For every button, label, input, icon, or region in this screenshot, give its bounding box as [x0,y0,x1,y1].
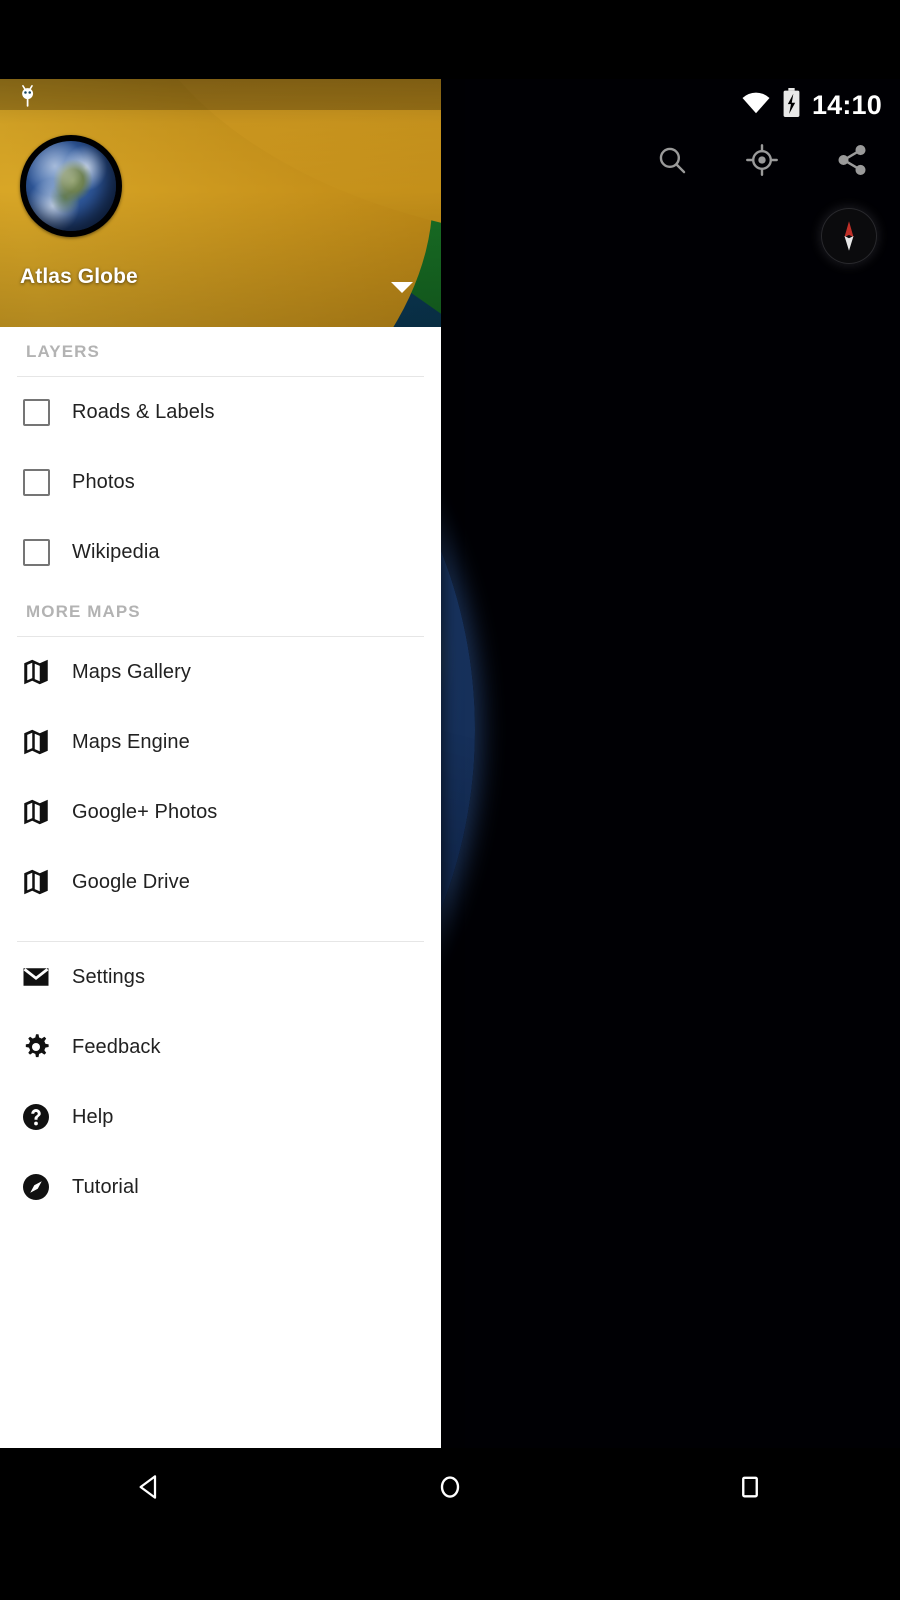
screen: 14:10 Atlas Globe LAYERS Roads & Labels … [0,79,900,1525]
map-icon [0,867,72,897]
drawer-item-label: Google+ Photos [72,800,218,823]
drawer-item-maps-engine[interactable]: Maps Engine [0,707,441,777]
compass-button[interactable] [821,208,877,264]
map-icon [0,797,72,827]
map-icon [0,657,72,687]
drawer-item-label: Help [72,1105,114,1128]
drawer-item-label: Roads & Labels [72,400,215,423]
compass-needle-icon [844,221,854,251]
my-location-icon[interactable] [740,138,784,182]
drawer-item-tutorial[interactable]: Tutorial [0,1152,441,1222]
section-header-layers: LAYERS [26,342,100,361]
header-statusbar-scrim [0,79,441,110]
envelope-icon [0,962,72,992]
chevron-down-icon[interactable] [391,282,413,293]
navigation-drawer[interactable]: Atlas Globe LAYERS Roads & Labels Photos… [0,79,441,1448]
earth-avatar-image [26,141,116,231]
share-icon[interactable] [830,138,874,182]
drawer-item-roads-labels[interactable]: Roads & Labels [0,377,441,447]
drawer-item-label: Maps Engine [72,730,190,753]
drawer-item-photos[interactable]: Photos [0,447,441,517]
drawer-item-label: Photos [72,470,135,493]
home-button[interactable] [402,1448,498,1525]
compass-circle-icon [0,1172,72,1202]
drawer-item-feedback[interactable]: Feedback [0,1012,441,1082]
checkbox-unchecked-icon[interactable] [0,538,72,566]
device-frame: 14:10 Atlas Globe LAYERS Roads & Labels … [0,0,900,1600]
checkbox-unchecked-icon[interactable] [0,398,72,426]
drawer-item-wikipedia[interactable]: Wikipedia [0,517,441,587]
map-action-bar [650,138,874,182]
system-navigation-bar [0,1448,900,1525]
drawer-item-label: Google Drive [72,870,190,893]
help-circle-icon [0,1102,72,1132]
recents-button[interactable] [702,1448,798,1525]
section-header-more-maps: MORE MAPS [26,602,141,621]
gear-icon [0,1032,72,1062]
avatar[interactable] [20,135,122,237]
account-name: Atlas Globe [20,265,138,288]
drawer-item-label: Settings [72,965,146,988]
drawer-item-settings[interactable]: Settings [0,942,441,1012]
checkbox-unchecked-icon[interactable] [0,468,72,496]
drawer-item-google-drive[interactable]: Google Drive [0,847,441,917]
drawer-item-label: Wikipedia [72,540,160,563]
search-icon[interactable] [650,138,694,182]
drawer-item-google-plus-photos[interactable]: Google+ Photos [0,777,441,847]
drawer-item-label: Feedback [72,1035,161,1058]
drawer-item-help[interactable]: Help [0,1082,441,1152]
bug-notification-icon [17,84,39,113]
drawer-item-maps-gallery[interactable]: Maps Gallery [0,637,441,707]
drawer-item-label: Tutorial [72,1175,139,1198]
map-icon [0,727,72,757]
back-button[interactable] [102,1448,198,1525]
drawer-header[interactable]: Atlas Globe [0,79,441,327]
drawer-item-label: Maps Gallery [72,660,192,683]
